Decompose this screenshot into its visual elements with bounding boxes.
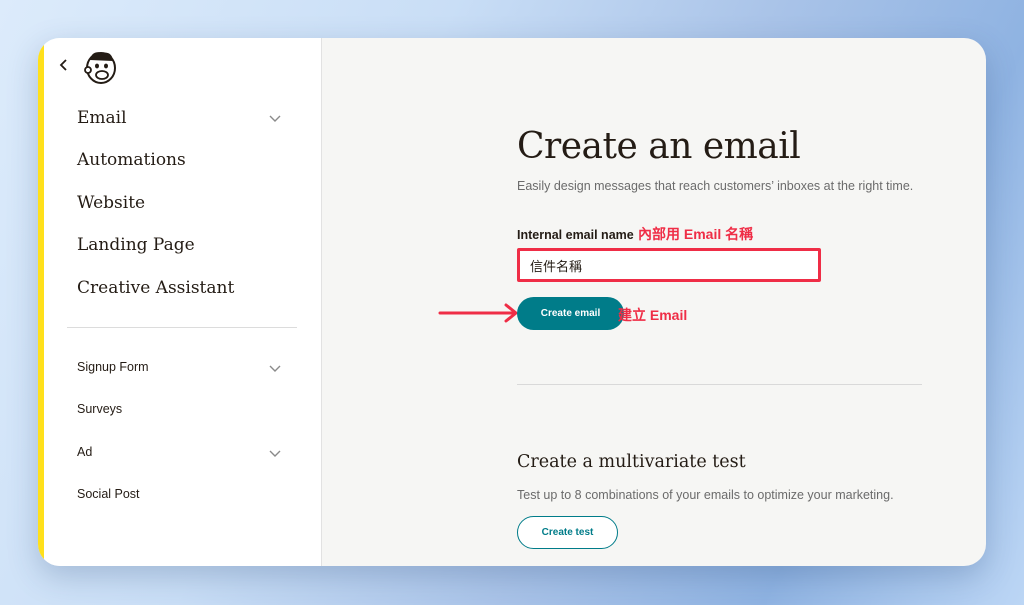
chevron-left-icon[interactable] (58, 58, 70, 72)
multivariate-title: Create a multivariate test (517, 452, 746, 472)
chevron-down-icon[interactable] (269, 450, 281, 458)
page-subtitle: Easily design messages that reach custom… (517, 179, 914, 193)
main-panel: Create an email Easily design messages t… (322, 38, 986, 566)
app-window: Email Automations Website Landing Page C… (38, 38, 986, 566)
chevron-down-icon[interactable] (269, 115, 281, 123)
chevron-down-icon[interactable] (269, 365, 281, 373)
sidebar-item-label: Landing Page (77, 235, 195, 255)
sidebar-divider (67, 327, 297, 328)
sidebar-item-label: Creative Assistant (77, 278, 235, 298)
create-email-button[interactable]: Create email (517, 297, 624, 330)
section-divider (517, 384, 922, 385)
sidebar-item-label: Signup Form (77, 360, 149, 374)
button-annotation: 建立 Email (618, 307, 688, 323)
arrow-annotation-icon (438, 303, 518, 323)
sidebar-item-label: Ad (77, 445, 93, 459)
email-name-label: Internal email name (517, 228, 634, 242)
sidebar-item-label: Automations (77, 150, 186, 170)
page-title: Create an email (517, 126, 801, 167)
sidebar-item-label: Surveys (77, 402, 123, 416)
sidebar-item-label: Social Post (77, 487, 140, 501)
field-annotation: 內部用 Email 名稱 (638, 226, 754, 242)
mailchimp-logo[interactable] (82, 48, 118, 86)
sidebar-item-label: Email (77, 108, 127, 128)
email-name-input[interactable] (517, 248, 821, 282)
create-test-button[interactable]: Create test (517, 516, 618, 549)
sidebar-item-label: Website (77, 193, 146, 213)
sidebar: Email Automations Website Landing Page C… (44, 38, 322, 566)
multivariate-description: Test up to 8 combinations of your emails… (517, 488, 894, 502)
